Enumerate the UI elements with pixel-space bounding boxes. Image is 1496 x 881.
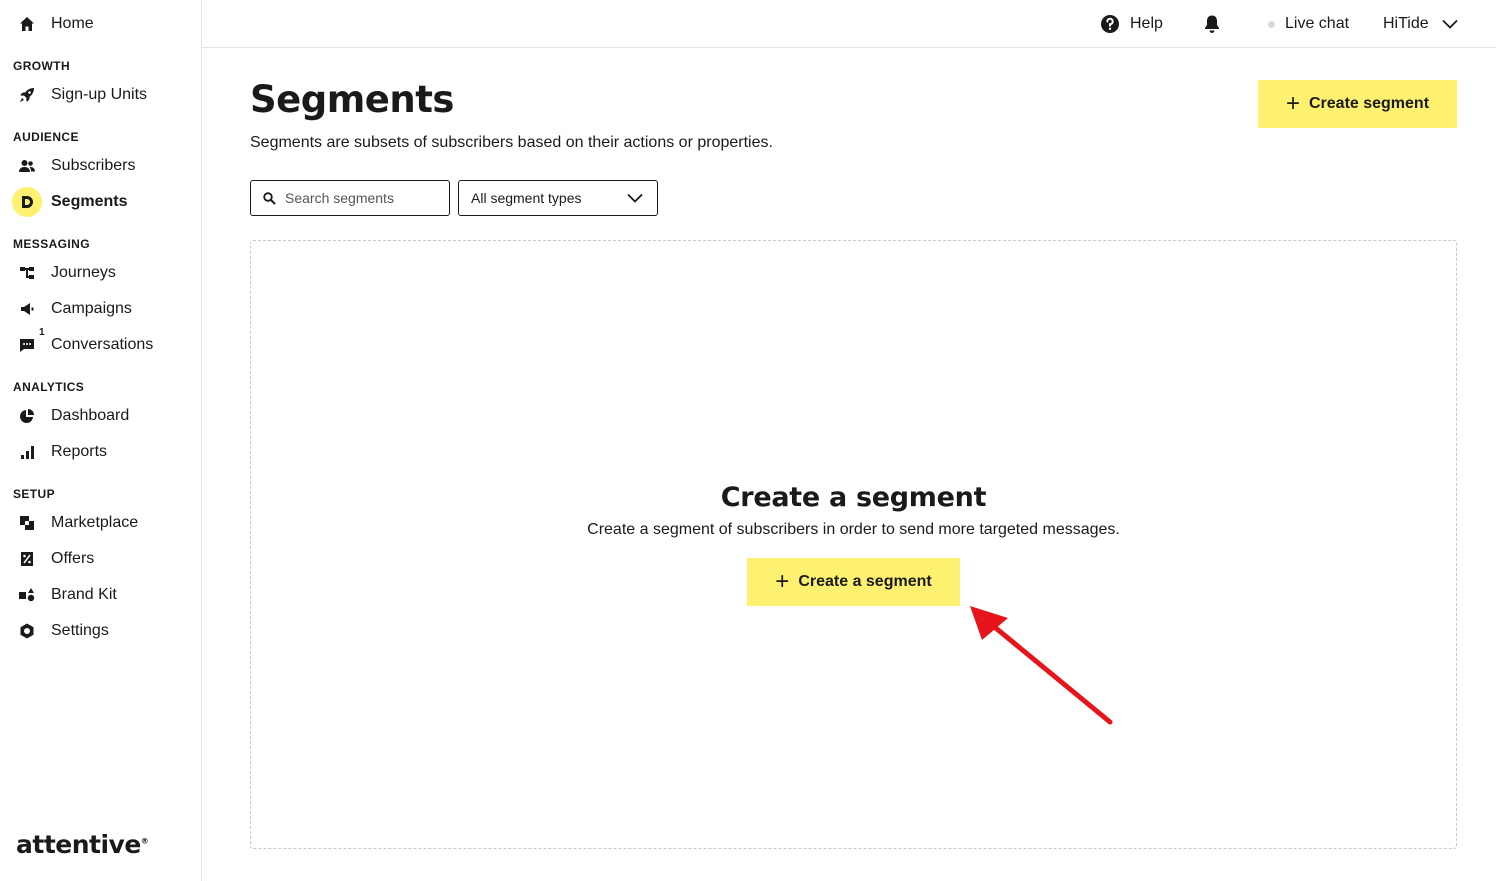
plus-icon: +: [775, 568, 790, 595]
segment-type-value: All segment types: [471, 190, 582, 206]
create-a-segment-button[interactable]: + Create a segment: [747, 558, 960, 606]
create-segment-label: Create segment: [1308, 95, 1430, 112]
account-name: HiTide: [1383, 15, 1429, 32]
bell-icon: [1203, 14, 1221, 34]
sidebar-item-journeys[interactable]: Journeys: [12, 257, 116, 289]
search-input[interactable]: [285, 190, 435, 206]
annotation-arrow: [970, 606, 1113, 725]
sidebar-item-offers[interactable]: Offers: [12, 543, 94, 575]
megaphone-icon: [12, 294, 42, 324]
live-chat-label: Live chat: [1285, 15, 1350, 32]
sidebar-item-campaigns[interactable]: Campaigns: [12, 293, 132, 325]
sidebar-item-label: Marketplace: [51, 514, 139, 531]
sidebar-item-label: Dashboard: [51, 407, 130, 424]
users-icon: [12, 151, 42, 181]
sidebar-item-segments[interactable]: Segments: [12, 186, 127, 218]
offers-icon: [12, 544, 42, 574]
segments-icon: [12, 187, 42, 217]
chevron-down-icon: [1442, 19, 1458, 29]
plus-icon: +: [1285, 90, 1300, 117]
search-icon: [263, 191, 276, 205]
help-label: Help: [1130, 15, 1163, 32]
conversations-badge: 1: [39, 327, 45, 338]
sidebar-item-settings[interactable]: Settings: [12, 615, 109, 647]
pie-chart-icon: [12, 401, 42, 431]
sidebar-item-label: Conversations: [51, 336, 154, 353]
section-label-audience: AUDIENCE: [13, 130, 79, 144]
page-title: Segments: [250, 78, 454, 121]
sidebar-item-label: Subscribers: [51, 157, 136, 174]
attentive-logo: attentive®: [16, 830, 149, 859]
sidebar-item-conversations[interactable]: 1 Conversations: [12, 327, 154, 361]
create-segment-button[interactable]: + Create segment: [1258, 80, 1457, 128]
logo-text: attentive: [16, 830, 141, 859]
sidebar-item-home[interactable]: Home: [12, 8, 94, 40]
sidebar-item-label: Campaigns: [51, 300, 132, 317]
section-label-messaging: MESSAGING: [13, 237, 90, 251]
status-dot: [1268, 20, 1275, 28]
sidebar-item-marketplace[interactable]: Marketplace: [12, 507, 138, 539]
sidebar-item-label: Brand Kit: [51, 586, 117, 603]
section-label-analytics: ANALYTICS: [13, 380, 85, 394]
shapes-icon: [12, 580, 42, 610]
sidebar-item-label: Home: [51, 15, 94, 32]
sidebar-item-label: Settings: [51, 622, 109, 639]
search-box[interactable]: [250, 180, 450, 216]
top-bar: Help Live chat HiTide: [202, 0, 1496, 48]
sidebar-item-label: Reports: [51, 443, 108, 460]
sidebar-item-brand-kit[interactable]: Brand Kit: [12, 579, 117, 611]
sidebar-item-label: Offers: [51, 550, 95, 567]
sidebar-item-label: Journeys: [51, 264, 116, 281]
sidebar: Home GROWTH Sign-up Units AUDIENCE Subsc…: [0, 0, 202, 881]
sidebar-item-dashboard[interactable]: Dashboard: [12, 400, 129, 432]
empty-state: Create a segment Create a segment of sub…: [250, 240, 1457, 849]
empty-state-description: Create a segment of subscribers in order…: [587, 521, 1120, 538]
sidebar-item-signup-units[interactable]: Sign-up Units: [12, 79, 147, 111]
empty-state-title: Create a segment: [720, 482, 987, 513]
home-icon: [12, 9, 42, 39]
bar-chart-icon: [12, 437, 42, 467]
page-subtitle: Segments are subsets of subscribers base…: [250, 134, 773, 151]
segment-type-select[interactable]: All segment types: [458, 180, 658, 216]
sidebar-item-subscribers[interactable]: Subscribers: [12, 150, 135, 182]
chat-icon: 1: [12, 327, 45, 360]
gear-icon: [12, 616, 42, 646]
sidebar-item-label: Sign-up Units: [51, 86, 148, 103]
sidebar-item-label: Segments: [51, 193, 128, 210]
notifications-button[interactable]: [1203, 12, 1221, 36]
help-link[interactable]: Help: [1100, 12, 1163, 36]
section-label-setup: SETUP: [13, 487, 56, 501]
help-icon: [1100, 14, 1120, 34]
trademark-symbol: ®: [140, 836, 149, 846]
create-a-segment-label: Create a segment: [798, 573, 932, 590]
section-label-growth: GROWTH: [13, 59, 71, 73]
account-menu[interactable]: HiTide: [1383, 12, 1458, 36]
marketplace-icon: [12, 508, 42, 538]
live-chat-link[interactable]: Live chat: [1268, 12, 1349, 36]
chevron-down-icon: [627, 193, 643, 203]
sidebar-item-reports[interactable]: Reports: [12, 436, 107, 468]
rocket-icon: [12, 80, 42, 110]
journeys-icon: [12, 258, 42, 288]
